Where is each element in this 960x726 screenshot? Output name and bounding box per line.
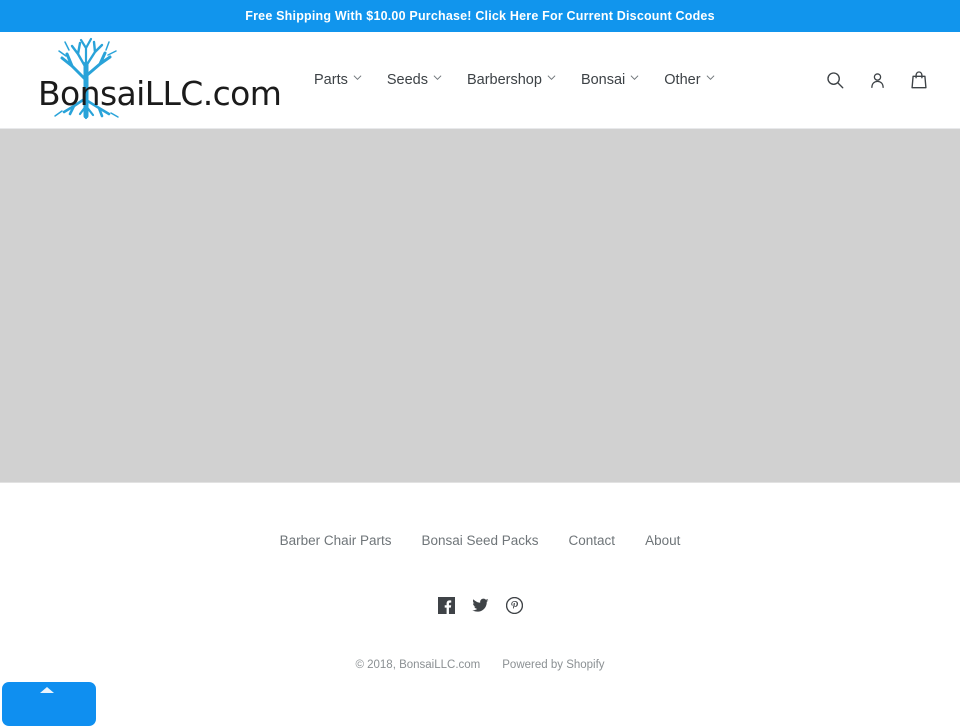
- nav-item-label: Other: [664, 72, 700, 88]
- search-icon[interactable]: [824, 69, 846, 91]
- site-header: BonsaiLLC.com Parts Seeds Barbershop Bon…: [0, 32, 960, 129]
- copyright-text: © 2018, BonsaiLLC.com: [355, 659, 480, 671]
- footer-link-bonsai-seed-packs[interactable]: Bonsai Seed Packs: [421, 533, 538, 548]
- footer-link-barber-chair-parts[interactable]: Barber Chair Parts: [280, 533, 392, 548]
- chevron-down-icon: [547, 74, 556, 83]
- announcement-bar[interactable]: Free Shipping With $10.00 Purchase! Clic…: [0, 0, 960, 32]
- twitter-icon[interactable]: [471, 596, 489, 614]
- nav-item-label: Bonsai: [581, 72, 625, 88]
- main-content-placeholder: [0, 129, 960, 483]
- account-icon[interactable]: [866, 69, 888, 91]
- pinterest-icon[interactable]: [505, 596, 523, 614]
- nav-item-label: Seeds: [387, 72, 428, 88]
- social-links: [0, 596, 960, 614]
- chevron-down-icon: [433, 74, 442, 83]
- footer-navigation: Barber Chair Parts Bonsai Seed Packs Con…: [0, 533, 960, 548]
- chevron-down-icon: [630, 74, 639, 83]
- logo-text: BonsaiLLC.com: [38, 74, 281, 113]
- facebook-icon[interactable]: [437, 596, 455, 614]
- cart-icon[interactable]: [908, 69, 930, 91]
- site-footer: Barber Chair Parts Bonsai Seed Packs Con…: [0, 483, 960, 671]
- nav-item-barbershop[interactable]: Barbershop: [467, 72, 556, 88]
- nav-item-bonsai[interactable]: Bonsai: [581, 72, 639, 88]
- chevron-down-icon: [353, 74, 362, 83]
- footer-copyright-row: © 2018, BonsaiLLC.com Powered by Shopify: [0, 659, 960, 671]
- nav-item-label: Parts: [314, 72, 348, 88]
- nav-item-seeds[interactable]: Seeds: [387, 72, 442, 88]
- header-icon-group: [824, 69, 930, 91]
- chevron-up-icon: [40, 687, 54, 693]
- footer-link-about[interactable]: About: [645, 533, 680, 548]
- chevron-down-icon: [706, 74, 715, 83]
- site-logo[interactable]: BonsaiLLC.com: [38, 34, 264, 126]
- powered-by-shopify-link[interactable]: Powered by Shopify: [502, 659, 604, 671]
- main-navigation: Parts Seeds Barbershop Bonsai Other: [314, 72, 715, 88]
- announcement-text[interactable]: Free Shipping With $10.00 Purchase! Clic…: [245, 9, 714, 23]
- nav-item-label: Barbershop: [467, 72, 542, 88]
- nav-item-parts[interactable]: Parts: [314, 72, 362, 88]
- footer-link-contact[interactable]: Contact: [569, 533, 616, 548]
- nav-item-other[interactable]: Other: [664, 72, 714, 88]
- chat-widget-button[interactable]: [2, 682, 96, 726]
